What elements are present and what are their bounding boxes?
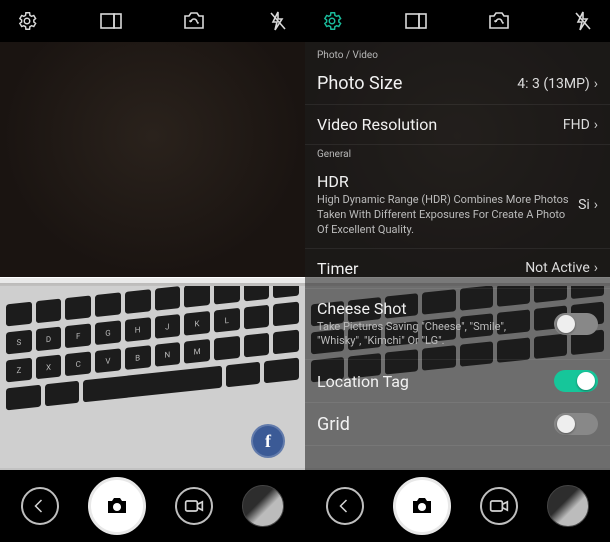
setting-title: Grid <box>317 414 350 435</box>
chevron-right-icon: › <box>594 197 598 213</box>
shutter-button[interactable] <box>88 477 146 535</box>
setting-title: Location Tag <box>317 372 409 391</box>
video-mode-button[interactable] <box>175 487 213 525</box>
setting-location-tag[interactable]: Location Tag <box>305 360 610 403</box>
setting-hdr[interactable]: HDR High Dynamic Range (HDR) Combines Mo… <box>305 162 610 249</box>
section-header-general: General <box>305 145 610 162</box>
gallery-thumbnail[interactable] <box>242 485 284 527</box>
section-header-photo-video: Photo / Video <box>305 46 610 63</box>
chevron-right-icon: › <box>594 76 598 92</box>
top-bar <box>305 0 610 42</box>
camera-preview[interactable]: SDFGHJKL ZXCVBNM f <box>0 42 305 470</box>
switch-camera-icon[interactable] <box>181 8 207 34</box>
settings-icon[interactable] <box>319 8 345 34</box>
shutter-button[interactable] <box>393 477 451 535</box>
bottom-bar <box>0 470 305 542</box>
gallery-thumbnail[interactable] <box>547 485 589 527</box>
setting-subtitle: Take Pictures Saving "Cheese", "Smile", … <box>317 320 546 350</box>
aspect-icon[interactable] <box>403 8 429 34</box>
toggle-cheese-shot[interactable] <box>554 313 598 335</box>
setting-subtitle: High Dynamic Range (HDR) Combines More P… <box>317 193 570 238</box>
video-mode-button[interactable] <box>480 487 518 525</box>
aspect-icon[interactable] <box>98 8 124 34</box>
camera-screen-left: SDFGHJKL ZXCVBNM f <box>0 0 305 542</box>
setting-value: FHD› <box>563 117 598 133</box>
setting-cheese-shot[interactable]: Cheese Shot Take Pictures Saving "Cheese… <box>305 289 610 361</box>
toggle-location-tag[interactable] <box>554 370 598 392</box>
switch-camera-icon[interactable] <box>486 8 512 34</box>
flash-off-icon[interactable] <box>570 8 596 34</box>
settings-panel: Photo / Video Photo Size 4: 3 (13MP)› Vi… <box>305 42 610 470</box>
chevron-right-icon: › <box>594 260 598 276</box>
setting-value: Si› <box>578 197 598 213</box>
setting-title: Video Resolution <box>317 115 437 134</box>
setting-photo-size[interactable]: Photo Size 4: 3 (13MP)› <box>305 63 610 105</box>
settings-icon[interactable] <box>14 8 40 34</box>
setting-grid[interactable]: Grid <box>305 403 610 446</box>
top-bar <box>0 0 305 42</box>
bottom-bar <box>305 470 610 542</box>
setting-title: HDR <box>317 172 570 191</box>
back-button[interactable] <box>21 487 59 525</box>
back-button[interactable] <box>326 487 364 525</box>
setting-timer[interactable]: Timer Not Active› <box>305 249 610 289</box>
flash-off-icon[interactable] <box>265 8 291 34</box>
chevron-right-icon: › <box>594 117 598 133</box>
setting-value: Not Active› <box>525 260 598 276</box>
setting-title: Photo Size <box>317 73 402 94</box>
setting-title: Timer <box>317 259 358 278</box>
camera-screen-right: Photo / Video Photo Size 4: 3 (13MP)› Vi… <box>305 0 610 542</box>
toggle-grid[interactable] <box>554 413 598 435</box>
setting-title: Cheese Shot <box>317 299 546 318</box>
facebook-badge-icon[interactable]: f <box>251 424 285 458</box>
setting-value: 4: 3 (13MP)› <box>517 76 598 92</box>
setting-video-resolution[interactable]: Video Resolution FHD› <box>305 105 610 145</box>
